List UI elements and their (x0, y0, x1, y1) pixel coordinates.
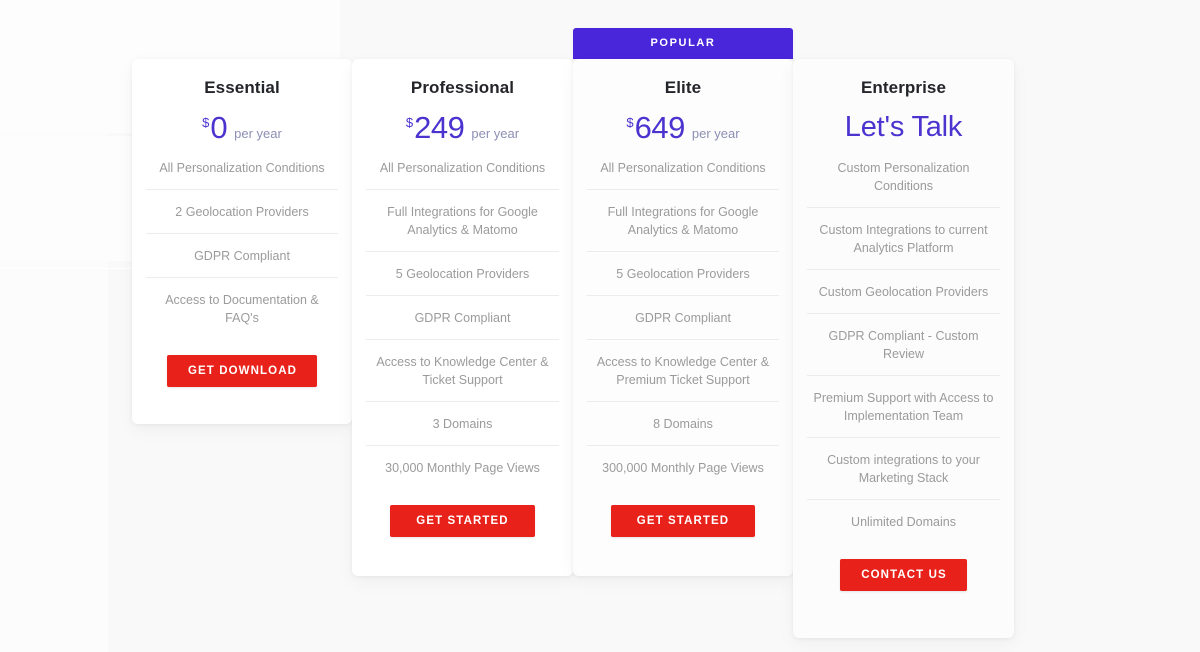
feature-item: Premium Support with Access to Implement… (807, 376, 1000, 438)
feature-item: Access to Knowledge Center & Ticket Supp… (366, 340, 559, 402)
feature-list-essential: All Personalization Conditions 2 Geoloca… (132, 146, 352, 339)
contact-us-button[interactable]: CONTACT US (840, 559, 967, 591)
price-period: per year (471, 126, 520, 141)
plan-price-essential: $ 0 per year (132, 112, 352, 146)
plan-price-enterprise: Let's Talk (844, 111, 963, 143)
feature-item: 5 Geolocation Providers (587, 252, 779, 296)
currency-symbol: $ (405, 115, 414, 130)
pricing-card-enterprise: Enterprise Let's Talk Custom Personaliza… (793, 59, 1014, 638)
plan-title-elite: Elite (664, 78, 702, 97)
price-amount: 249 (414, 110, 465, 145)
feature-item: Full Integrations for Google Analytics &… (587, 190, 779, 252)
feature-item: GDPR Compliant (146, 234, 338, 278)
feature-item: 8 Domains (587, 402, 779, 446)
feature-item: Custom integrations to your Marketing St… (807, 438, 1000, 500)
feature-item: All Personalization Conditions (366, 146, 559, 190)
currency-symbol: $ (626, 115, 634, 130)
get-started-button[interactable]: GET STARTED (610, 505, 756, 537)
cta-container: GET DOWNLOAD (132, 339, 352, 387)
feature-item: 30,000 Monthly Page Views (385, 461, 540, 475)
get-started-button[interactable]: GET STARTED (390, 505, 535, 537)
feature-item: Access to Knowledge Center & Premium Tic… (587, 340, 779, 402)
currency-symbol: $ (202, 115, 210, 130)
feature-item: Full Integrations for Google Analytics &… (366, 190, 559, 252)
plan-title-essential: Essential (204, 78, 280, 97)
feature-item: GDPR Compliant - Custom Review (807, 314, 1000, 376)
price-period: per year (691, 126, 740, 141)
feature-item: Custom Geolocation Providers (807, 270, 1000, 314)
cta-container: CONTACT US (793, 543, 1014, 591)
feature-item: 3 Domains (366, 402, 559, 446)
price-amount: 649 (634, 110, 686, 145)
plan-price-elite: $ 649 per year (573, 112, 793, 146)
feature-item: Custom Personalization Conditions (807, 146, 1000, 208)
feature-item: 2 Geolocation Providers (146, 190, 338, 234)
feature-item: Custom Integrations to current Analytics… (807, 208, 1000, 270)
pricing-card-essential: Essential $ 0 per year All Personalizati… (132, 59, 352, 424)
pricing-table: POPULAR Essential $ 0 per year All Perso… (0, 0, 1200, 652)
pricing-card-professional: Professional $ 249 per year All Personal… (352, 59, 573, 576)
pricing-page: POPULAR Essential $ 0 per year All Perso… (0, 0, 1200, 652)
cta-container: GET STARTED (352, 489, 573, 537)
feature-item: 300,000 Monthly Page Views (602, 461, 764, 475)
feature-item: All Personalization Conditions (587, 146, 779, 190)
feature-item: 5 Geolocation Providers (366, 252, 559, 296)
feature-list-professional: All Personalization Conditions Full Inte… (352, 146, 573, 489)
feature-item: All Personalization Conditions (146, 146, 338, 190)
feature-list-elite: All Personalization Conditions Full Inte… (573, 146, 793, 489)
feature-item: GDPR Compliant (587, 296, 779, 340)
cta-container: GET STARTED (573, 489, 793, 537)
popular-badge: POPULAR (573, 28, 793, 59)
plan-title-professional: Professional (410, 78, 515, 97)
feature-item: GDPR Compliant (366, 296, 559, 340)
feature-list-enterprise: Custom Personalization Conditions Custom… (793, 146, 1014, 543)
feature-item: Access to Documentation & FAQ's (165, 293, 319, 325)
feature-item: Unlimited Domains (851, 515, 956, 529)
get-download-button[interactable]: GET DOWNLOAD (166, 355, 318, 387)
price-amount: 0 (210, 110, 228, 145)
price-period: per year (234, 126, 282, 141)
plan-title-enterprise: Enterprise (860, 78, 947, 97)
pricing-card-elite: Elite $ 649 per year All Personalization… (573, 59, 793, 576)
plan-price-professional: $ 249 per year (352, 112, 573, 146)
